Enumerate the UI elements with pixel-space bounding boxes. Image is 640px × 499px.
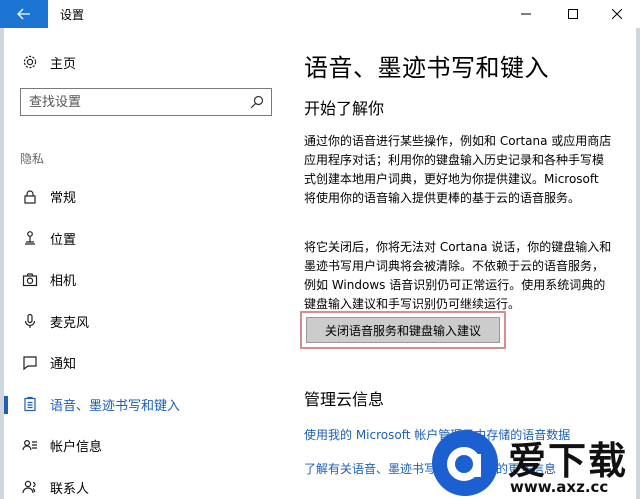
back-button[interactable]: [0, 0, 48, 28]
sidebar-item-label: 帐户信息: [50, 440, 103, 456]
sidebar-nav: 常规 位置 相机 麦克风 通知 语音、墨迹书写和键入 帐户信息 联系人: [4, 176, 282, 499]
back-arrow-icon: [17, 8, 30, 20]
close-button[interactable]: [594, 0, 640, 28]
page-title: 语音、墨迹书写和键入: [304, 54, 549, 82]
location-icon: [20, 230, 40, 246]
camera-icon: [20, 272, 40, 288]
watermark-logo-icon: [432, 430, 498, 496]
window-title: 设置: [60, 8, 85, 22]
sidebar-item-notifications[interactable]: 通知: [4, 342, 282, 384]
sidebar-item-location[interactable]: 位置: [4, 218, 282, 260]
watermark: 爱下载 www.axz.cc: [428, 426, 640, 499]
title-bar: 设置: [0, 0, 640, 28]
close-icon: [612, 9, 622, 19]
minimize-button[interactable]: [503, 0, 549, 28]
sidebar-item-label: 相机: [50, 274, 77, 290]
sidebar-item-label: 麦克风: [50, 315, 90, 331]
section-label-privacy: 隐私: [20, 152, 45, 166]
search-icon[interactable]: [250, 94, 264, 113]
search-input[interactable]: [21, 94, 241, 110]
sidebar-item-label: 常规: [50, 191, 77, 207]
microphone-icon: [20, 313, 40, 329]
sidebar-item-microphone[interactable]: 麦克风: [4, 301, 282, 343]
settings-window: 设置 主页 查找设置 隐私 常规 位置 相机 麦克风 通知 语音、墨迹书写和键入…: [0, 0, 640, 499]
maximize-button[interactable]: [550, 0, 596, 28]
clipboard-icon: [20, 396, 40, 412]
account-info-icon: [20, 438, 40, 454]
watermark-brand: 爱下载: [508, 439, 629, 483]
sidebar-item-camera[interactable]: 相机: [4, 259, 282, 301]
sidebar-item-label: 语音、墨迹书写和键入: [50, 398, 181, 414]
lock-icon: [20, 189, 40, 205]
button-highlight-frame: 关闭语音服务和键盘输入建议: [300, 311, 506, 349]
section-heading-manage-cloud-info: 管理云信息: [304, 390, 385, 409]
watermark-url: www.axz.cc: [510, 478, 609, 496]
description-paragraph-1: 通过你的语音进行某些操作，例如和 Cortana 或应用商店应用程序对话；利用你…: [304, 134, 612, 205]
sidebar: 主页 隐私 常规: [0, 28, 282, 499]
sidebar-home[interactable]: 主页: [20, 52, 76, 72]
sidebar-item-label: 位置: [50, 232, 77, 248]
sidebar-item-speech-inking-typing[interactable]: 语音、墨迹书写和键入: [4, 384, 282, 426]
section-heading-get-to-know-you: 开始了解你: [304, 99, 385, 118]
sidebar-item-contacts[interactable]: 联系人: [4, 467, 282, 499]
sidebar-item-account-info[interactable]: 帐户信息: [4, 425, 282, 467]
contacts-icon: [20, 479, 40, 495]
notification-icon: [20, 355, 40, 371]
maximize-icon: [568, 9, 578, 19]
sidebar-home-label: 主页: [50, 56, 77, 72]
minimize-icon: [521, 13, 531, 15]
turn-off-speech-services-button[interactable]: 关闭语音服务和键盘输入建议: [306, 317, 500, 343]
sidebar-item-label: 联系人: [50, 481, 90, 497]
description-paragraph-2: 将它关闭后，你将无法对 Cortana 说话，你的键盘输入和墨迹书写用户词典将会…: [304, 240, 612, 311]
sidebar-item-general[interactable]: 常规: [4, 176, 282, 218]
gear-icon: [20, 54, 40, 70]
search-box[interactable]: [20, 88, 272, 116]
sidebar-item-label: 通知: [50, 357, 77, 373]
